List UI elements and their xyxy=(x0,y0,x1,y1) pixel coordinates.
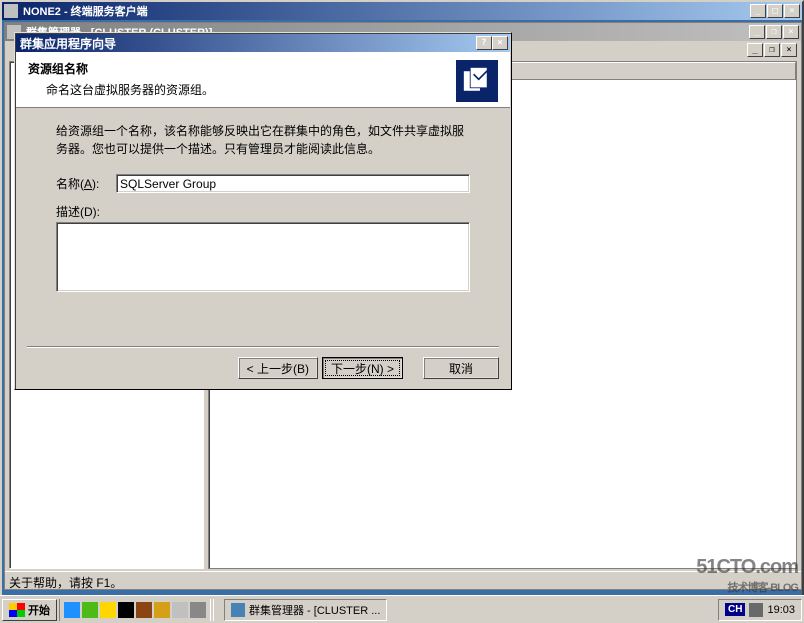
wizard-dialog: 群集应用程序向导 ? × 资源组名称 命名这台虚拟服务器的资源组。 给资源组一个… xyxy=(14,32,512,390)
dialog-close-button[interactable]: × xyxy=(492,36,508,50)
quick-launch xyxy=(59,599,211,621)
taskbar: 开始 群集管理器 - [CLUSTER ... CH 19:03 xyxy=(0,595,804,623)
ie-icon[interactable] xyxy=(64,602,80,618)
windows-flag-icon xyxy=(9,603,25,617)
name-label: 名称(A): xyxy=(56,175,116,192)
back-button[interactable]: < 上一步(B) xyxy=(238,357,318,379)
outer-title: NONE2 - 终端服务客户端 xyxy=(21,3,750,19)
list-col[interactable] xyxy=(503,62,797,80)
app-icon[interactable] xyxy=(190,602,206,618)
mdi-minimize-button[interactable]: _ xyxy=(747,43,763,57)
app-icon[interactable] xyxy=(154,602,170,618)
close-button[interactable]: × xyxy=(784,4,800,18)
minimize-button[interactable]: _ xyxy=(750,4,766,18)
watermark: 51CTO.com 技术博客-BLOG xyxy=(696,556,798,595)
next-button[interactable]: 下一步(N) > xyxy=(322,357,403,379)
mdi-close-button[interactable]: × xyxy=(781,43,797,57)
name-input[interactable] xyxy=(116,174,470,193)
ime-indicator[interactable]: CH xyxy=(725,603,745,616)
cmd-icon[interactable] xyxy=(118,602,134,618)
task-button[interactable]: 群集管理器 - [CLUSTER ... xyxy=(224,599,387,621)
header-band: 资源组名称 命名这台虚拟服务器的资源组。 xyxy=(16,52,510,108)
desktop-icon[interactable] xyxy=(82,602,98,618)
app-icon xyxy=(4,4,18,18)
cancel-button[interactable]: 取消 xyxy=(423,357,499,379)
clock[interactable]: 19:03 xyxy=(767,604,795,616)
banner-icon xyxy=(456,60,498,102)
statusbar: 关于帮助，请按 F1。 xyxy=(5,571,801,589)
desc-label: 描述(D): xyxy=(56,205,100,219)
header-sub: 命名这台虚拟服务器的资源组。 xyxy=(28,77,456,98)
cluster-icon xyxy=(231,603,245,617)
task-label: 群集管理器 - [CLUSTER ... xyxy=(249,602,380,618)
dialog-titlebar[interactable]: 群集应用程序向导 ? × xyxy=(16,34,510,52)
tray-icon[interactable] xyxy=(749,603,763,617)
inner-minimize-button[interactable]: _ xyxy=(749,25,765,39)
start-button[interactable]: 开始 xyxy=(2,599,57,621)
inner-restore-button[interactable]: ❐ xyxy=(766,25,782,39)
outer-titlebar: NONE2 - 终端服务客户端 _ □ × xyxy=(2,2,802,20)
help-button[interactable]: ? xyxy=(476,36,492,50)
mdi-restore-button[interactable]: ❐ xyxy=(764,43,780,57)
dialog-title-text: 群集应用程序向导 xyxy=(18,35,476,52)
explorer-icon[interactable] xyxy=(100,602,116,618)
desc-input[interactable] xyxy=(56,222,470,292)
start-label: 开始 xyxy=(28,602,50,618)
app-icon[interactable] xyxy=(172,602,188,618)
header-title: 资源组名称 xyxy=(28,60,456,77)
maximize-button[interactable]: □ xyxy=(767,4,783,18)
app-icon[interactable] xyxy=(136,602,152,618)
system-tray[interactable]: CH 19:03 xyxy=(718,599,802,621)
inner-close-button[interactable]: × xyxy=(783,25,799,39)
explain-text: 给资源组一个名称，该名称能够反映出它在群集中的角色，如文件共享虚拟服务器。您也可… xyxy=(56,122,470,158)
